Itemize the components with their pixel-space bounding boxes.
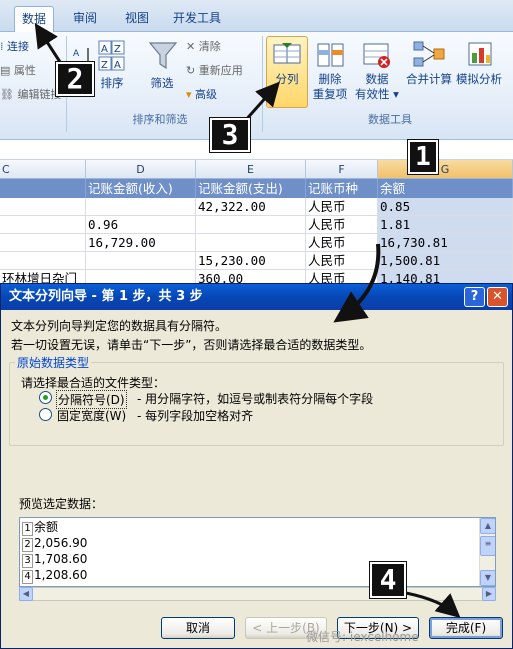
connections-button[interactable]: ⁞ 连接	[0, 38, 29, 56]
scroll-right-icon[interactable]: ▶	[482, 587, 496, 601]
consolidate-icon[interactable]	[412, 40, 446, 70]
preview-row: 4 1,208.60	[22, 568, 87, 584]
tab-data[interactable]: 数据	[14, 6, 54, 32]
header-cell[interactable]: 记账金额(收入)	[86, 179, 196, 198]
close-button[interactable]: ✕	[487, 287, 508, 307]
preview-vertical-scrollbar[interactable]: ▲ ≡ ▼	[479, 518, 495, 586]
dialog-title: 文本分列向导 - 第 1 步，共 3 步	[1, 284, 512, 310]
delimited-desc: - 用分隔字符，如逗号或制表符分隔每个字段	[137, 392, 374, 406]
callout-badge: 2	[56, 62, 94, 96]
header-cell[interactable]: 余额	[378, 179, 513, 198]
intro-line-1: 文本分列向导判定您的数据具有分隔符。	[11, 319, 228, 333]
table-cell[interactable]	[0, 198, 86, 216]
filter-label[interactable]: 筛选	[146, 76, 178, 91]
help-button[interactable]: ?	[464, 287, 485, 307]
table-cell[interactable]	[86, 252, 196, 270]
sort-label[interactable]: 排序	[96, 76, 128, 91]
header-cell[interactable]	[0, 179, 86, 198]
fixed-width-desc: - 每列字段加空格对齐	[137, 409, 254, 423]
group-prompt: 请选择最合适的文件类型：	[21, 376, 166, 390]
table-cell[interactable]: 人民币	[306, 198, 378, 216]
group-title: 原始数据类型	[15, 354, 92, 371]
group-separator	[262, 36, 263, 132]
ribbon-tab-bar: 数据 审阅 视图 开发工具	[0, 0, 513, 32]
column-header[interactable]: E	[196, 160, 306, 179]
header-cell[interactable]: 记账金额(支出)	[196, 179, 306, 198]
svg-text:Z: Z	[101, 60, 108, 71]
edit-links-button[interactable]: ⛓ 编辑链接	[0, 86, 61, 104]
cancel-button[interactable]: 取消	[161, 617, 235, 639]
advanced-filter-button[interactable]: ▾ 高级	[186, 86, 217, 104]
column-header[interactable]: C	[0, 160, 86, 179]
text-wizard-dialog: 文本分列向导 - 第 1 步，共 3 步 ? ✕ 文本分列向导判定您的数据具有分…	[0, 283, 513, 649]
svg-text:A: A	[101, 44, 108, 55]
callout-badge: 1	[408, 140, 438, 174]
reapply-button[interactable]: ↻ 重新应用	[186, 62, 243, 80]
preview-label: 预览选定数据：	[19, 497, 104, 511]
properties-button[interactable]: ▤ 属性	[0, 62, 36, 80]
tab-review[interactable]: 审阅	[68, 6, 102, 32]
preview-row: 1 余额	[22, 520, 58, 536]
column-header-selected[interactable]: G	[378, 160, 513, 179]
split-label: 分列	[275, 72, 299, 86]
group-label-sort-filter: 排序和筛选	[132, 113, 188, 126]
split-columns-icon	[273, 42, 301, 66]
group-label-data-tools: 数据工具	[368, 113, 412, 126]
preview-row: 3 1,708.60	[22, 552, 87, 568]
data-validation-label[interactable]: 数据 有效性 ▾	[352, 72, 402, 102]
table-cell[interactable]	[196, 216, 306, 234]
finish-button[interactable]: 完成(F)	[429, 617, 503, 639]
table-cell[interactable]	[0, 216, 86, 234]
fixed-width-label[interactable]: 固定宽度(W)	[57, 407, 126, 424]
what-if-label[interactable]: 模拟分析	[456, 72, 512, 87]
table-cell[interactable]	[86, 198, 196, 216]
scroll-down-icon[interactable]: ▼	[480, 570, 495, 586]
scroll-up-icon[interactable]: ▲	[480, 518, 495, 534]
table-cell[interactable]: 人民币	[306, 252, 378, 270]
tab-view[interactable]: 视图	[120, 6, 154, 32]
remove-duplicates-icon[interactable]	[316, 40, 346, 70]
filter-icon[interactable]	[148, 40, 178, 72]
table-cell[interactable]	[0, 252, 86, 270]
what-if-analysis-icon[interactable]	[466, 40, 496, 70]
preview-row: 2 2,056.90	[22, 536, 87, 552]
table-cell[interactable]	[196, 234, 306, 252]
table-cell[interactable]: 0.96	[86, 216, 196, 234]
preview-horizontal-scrollbar[interactable]: ◀ ▶	[19, 587, 496, 601]
table-cell[interactable]: 1,500.81	[378, 252, 513, 270]
svg-text:A: A	[73, 49, 80, 59]
intro-line-2: 若一切设置无误，请单击“下一步”，否则请选择最合适的数据类型。	[11, 338, 372, 352]
table-cell[interactable]: 1.81	[378, 216, 513, 234]
table-cell[interactable]: 0.85	[378, 198, 513, 216]
header-cell[interactable]: 记账币种	[306, 179, 378, 198]
consolidate-label[interactable]: 合并计算	[402, 72, 456, 87]
table-cell[interactable]: 42,322.00	[196, 198, 306, 216]
scroll-left-icon[interactable]: ◀	[19, 587, 33, 601]
table-cell[interactable]	[0, 234, 86, 252]
scroll-thumb[interactable]: ≡	[480, 536, 495, 556]
radio-delimited[interactable]	[39, 391, 52, 404]
clear-filter-button[interactable]: ✕ 清除	[186, 38, 221, 56]
remove-duplicates-label[interactable]: 删除 重复项	[312, 72, 348, 102]
data-validation-icon[interactable]	[362, 40, 392, 70]
column-header[interactable]: D	[86, 160, 196, 179]
radio-fixed-width[interactable]	[39, 408, 52, 421]
table-cell[interactable]: 16,730.81	[378, 234, 513, 252]
tab-developer[interactable]: 开发工具	[168, 6, 226, 32]
column-header[interactable]: F	[306, 160, 378, 179]
svg-text:A: A	[114, 60, 121, 71]
table-cell[interactable]: 15,230.00	[196, 252, 306, 270]
table-cell[interactable]: 人民币	[306, 234, 378, 252]
preview-box[interactable]: 1 余额 2 2,056.90 3 1,708.60 4 1,208.60 ▲ ≡ ▼	[19, 517, 496, 587]
callout-badge: 4	[370, 562, 406, 598]
sort-icon[interactable]: A Z Z A	[98, 40, 126, 74]
watermark: 微信号: iexcelhome	[306, 630, 419, 644]
svg-text:Z: Z	[114, 44, 121, 55]
table-cell[interactable]: 人民币	[306, 216, 378, 234]
callout-badge: 3	[210, 118, 250, 152]
table-cell[interactable]: 16,729.00	[86, 234, 196, 252]
